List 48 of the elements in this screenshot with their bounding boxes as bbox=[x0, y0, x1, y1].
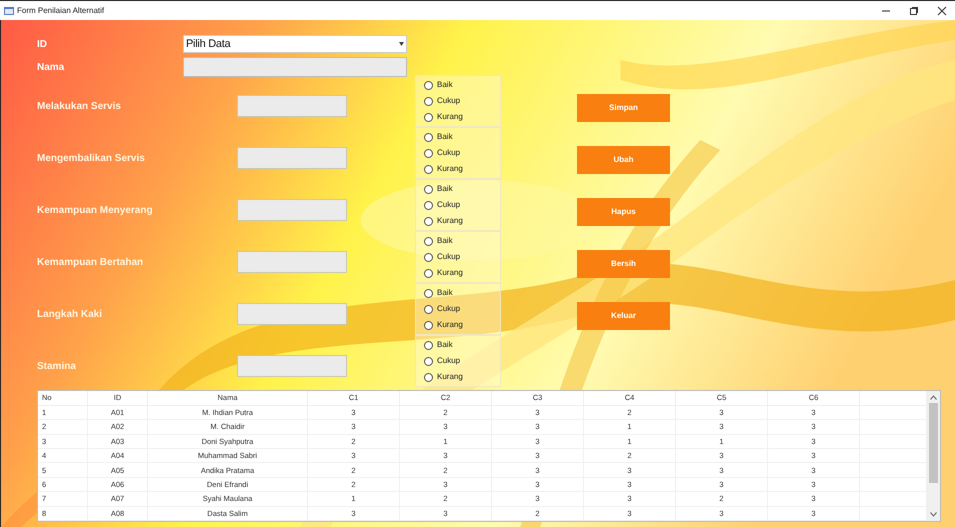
radio-label: Baik bbox=[437, 185, 453, 193]
criterion-label: Mengembalikan Servis bbox=[37, 152, 146, 166]
maximize-icon[interactable] bbox=[909, 6, 919, 16]
radio-label: Kurang bbox=[437, 321, 463, 329]
action-button[interactable]: Keluar bbox=[577, 302, 670, 330]
criterion-label: Kemampuan Bertahan bbox=[37, 256, 144, 270]
score-field[interactable] bbox=[237, 95, 347, 117]
radio-label: Baik bbox=[437, 289, 453, 297]
window-title: Form Penilaian Alternatif bbox=[17, 4, 104, 16]
field-label: Nama bbox=[37, 60, 66, 74]
radio-label: Cukup bbox=[437, 149, 460, 157]
score-field[interactable] bbox=[237, 355, 347, 377]
action-button[interactable]: Hapus bbox=[577, 198, 670, 226]
score-field[interactable] bbox=[237, 199, 347, 221]
action-button[interactable]: Simpan bbox=[577, 94, 670, 122]
radio-label: Baik bbox=[437, 81, 453, 89]
radio-label: Kurang bbox=[437, 269, 463, 277]
score-field[interactable] bbox=[237, 251, 347, 273]
criterion-label: Langkah Kaki bbox=[37, 308, 104, 322]
action-button[interactable]: Ubah bbox=[577, 146, 670, 174]
criterion-label: Stamina bbox=[37, 360, 77, 374]
field-label: ID bbox=[37, 38, 48, 52]
criterion-label: Kemampuan Menyerang bbox=[37, 204, 154, 218]
radio-label: Baik bbox=[437, 341, 453, 349]
radio-label: Kurang bbox=[437, 373, 463, 381]
close-icon[interactable] bbox=[937, 6, 947, 16]
scroll-down-icon[interactable] bbox=[930, 512, 936, 517]
radio-label: Kurang bbox=[437, 165, 463, 173]
radio-label: Baik bbox=[437, 237, 453, 245]
criterion-label: Melakukan Servis bbox=[37, 100, 122, 114]
radio-label: Cukup bbox=[437, 253, 460, 261]
scrollbar[interactable] bbox=[926, 391, 940, 521]
form-icon bbox=[4, 6, 14, 16]
scrollbar-thumb[interactable] bbox=[928, 403, 938, 483]
radio-label: Cukup bbox=[437, 357, 460, 365]
id-dropdown[interactable]: Pilih Data bbox=[183, 35, 407, 53]
radio-label: Baik bbox=[437, 133, 453, 141]
scroll-up-icon[interactable] bbox=[930, 395, 936, 400]
radio-label: Cukup bbox=[437, 305, 460, 313]
score-field[interactable] bbox=[237, 147, 347, 169]
dropdown-arrow-icon bbox=[399, 42, 404, 46]
name-field[interactable] bbox=[183, 57, 407, 77]
score-field[interactable] bbox=[237, 303, 347, 325]
radio-label: Kurang bbox=[437, 217, 463, 225]
action-button[interactable]: Bersih bbox=[577, 250, 670, 278]
radio-label: Cukup bbox=[437, 97, 460, 105]
radio-label: Cukup bbox=[437, 201, 460, 209]
radio-label: Kurang bbox=[437, 113, 463, 121]
